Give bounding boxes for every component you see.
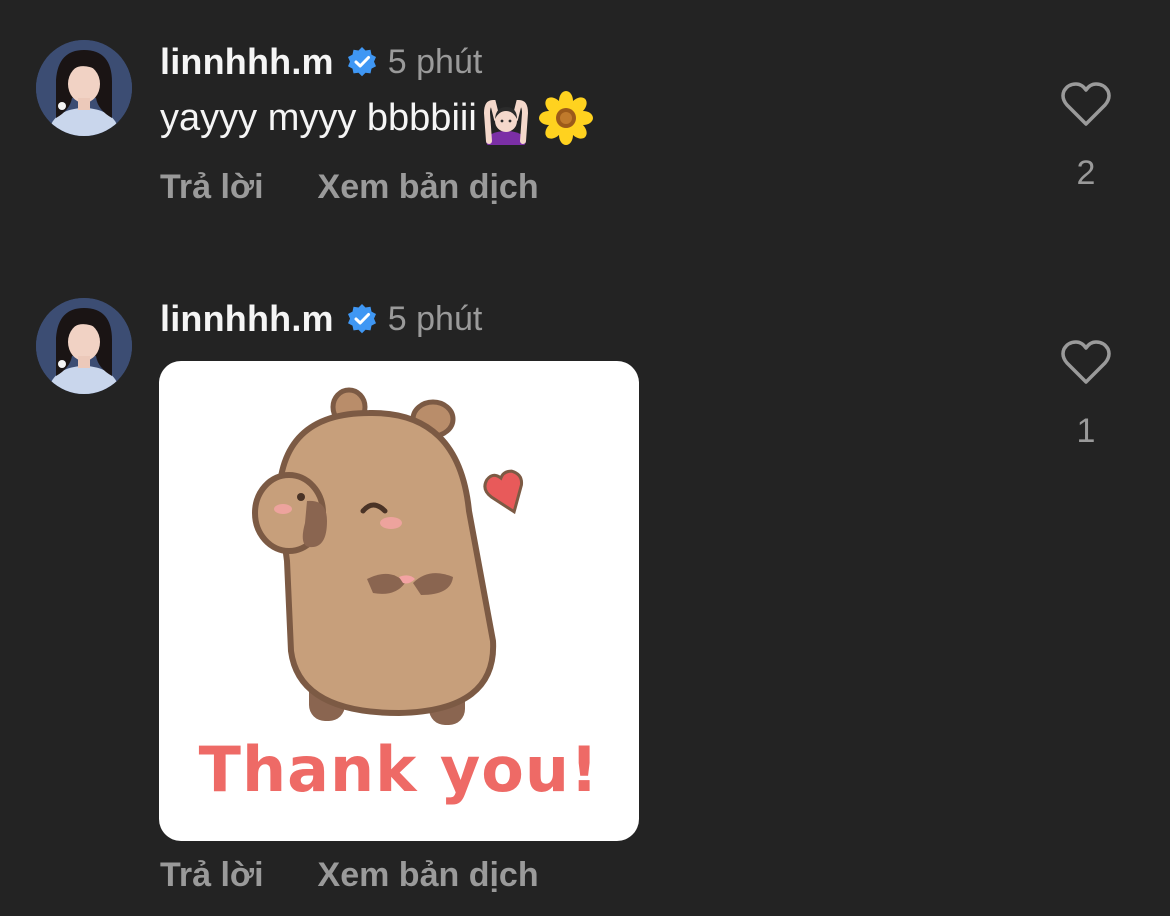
heart-outline-icon[interactable]: [1060, 338, 1112, 386]
sticker-caption: Thank you!: [198, 733, 600, 806]
like-count: 1: [1076, 412, 1096, 450]
comment-item: linnhhh.m 5 phút Thank you! Trả lời Xem …: [0, 0, 1170, 916]
comment-actions: Trả lời Xem bản dịch: [160, 856, 539, 895]
see-translation-button[interactable]: Xem bản dịch: [318, 856, 539, 895]
verified-badge-icon: [347, 304, 376, 334]
like-area: 1: [1058, 338, 1114, 451]
capybara-heart-sticker[interactable]: Thank you!: [159, 361, 639, 841]
comment-header: linnhhh.m 5 phút: [160, 297, 482, 341]
username[interactable]: linnhhh.m: [160, 298, 334, 340]
timestamp: 5 phút: [387, 299, 483, 338]
avatar[interactable]: [36, 298, 132, 394]
reply-button[interactable]: Trả lời: [160, 856, 264, 895]
